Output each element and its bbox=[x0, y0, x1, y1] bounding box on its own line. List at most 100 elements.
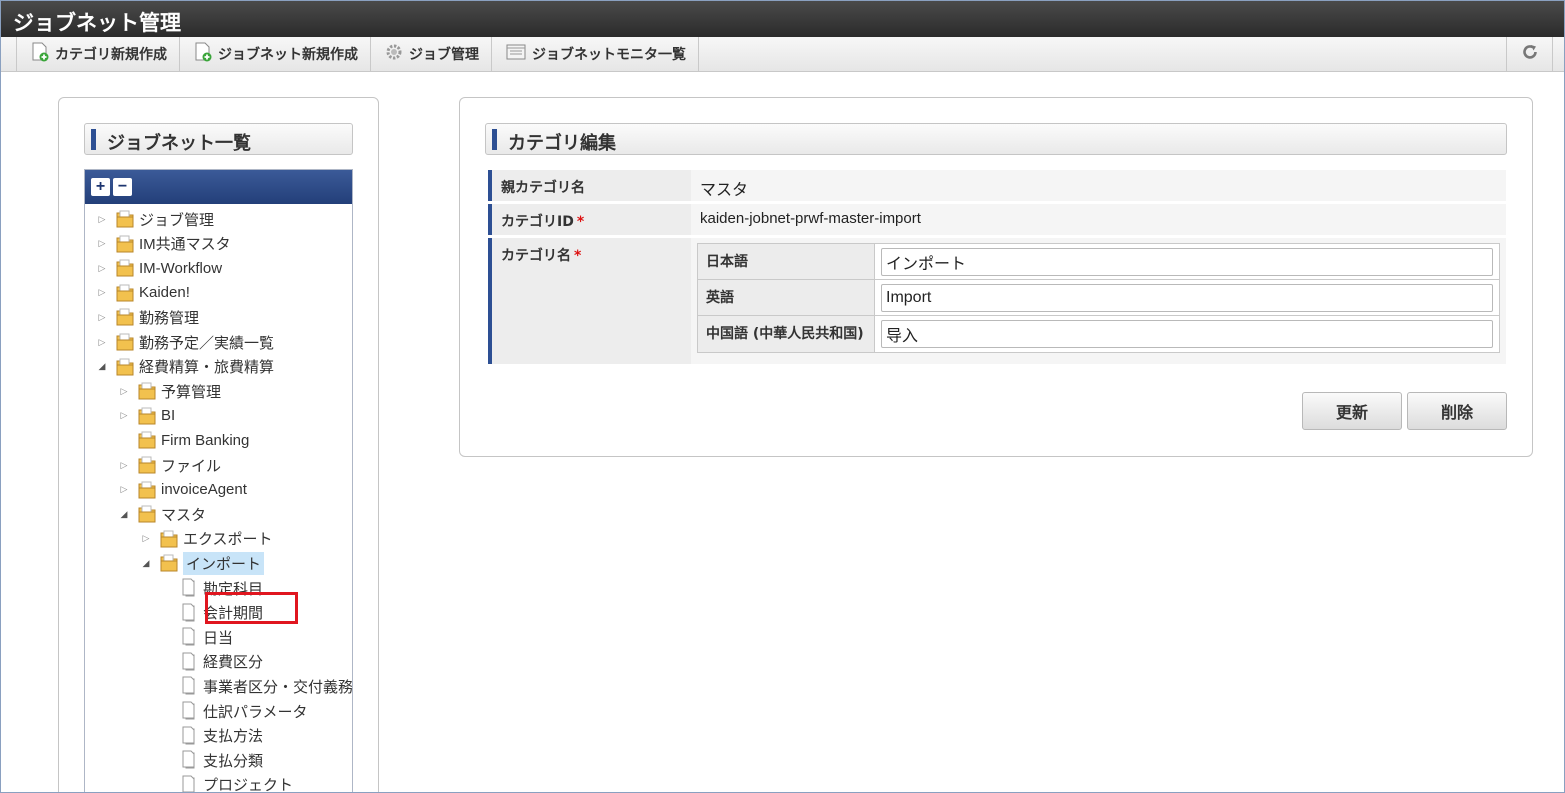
new-category-button[interactable]: カテゴリ新規作成 bbox=[17, 37, 180, 71]
folder-icon bbox=[115, 332, 135, 352]
category-name-values: 日本語 英語 中国語 (中華人民共和国) bbox=[691, 238, 1506, 364]
tree-node-label: 日当 bbox=[203, 629, 234, 647]
new-jobnet-button[interactable]: ジョブネット新規作成 bbox=[180, 37, 371, 71]
expand-arrow-icon[interactable]: ▷ bbox=[117, 458, 131, 472]
toolbar-lead bbox=[1, 37, 17, 71]
collapse-all-button[interactable]: − bbox=[113, 178, 132, 196]
tree-node-label: IM-Workflow bbox=[139, 259, 223, 277]
tree-node-label: Kaiden! bbox=[139, 284, 190, 302]
annotation-highlight-box bbox=[205, 592, 298, 624]
tree-node-label: 仕訳パラメータ bbox=[203, 703, 308, 721]
lang-label-ja: 日本語 bbox=[698, 244, 875, 279]
expand-arrow-icon[interactable]: ▷ bbox=[95, 335, 109, 349]
category-edit-title: カテゴリ編集 bbox=[485, 123, 1507, 155]
category-edit-panel: カテゴリ編集 親カテゴリ名 マスタ カテゴリID * kaiden-jobnet-… bbox=[459, 97, 1533, 457]
folder-icon bbox=[159, 553, 179, 573]
lang-value-cell bbox=[875, 244, 1499, 279]
tree-node[interactable]: ▷ Kaiden! bbox=[95, 281, 190, 305]
toolbar-label: カテゴリ新規作成 bbox=[55, 47, 167, 63]
expand-arrow-icon[interactable]: ▷ bbox=[95, 237, 109, 251]
category-form: 親カテゴリ名 マスタ カテゴリID * kaiden-jobnet-prwf-ma… bbox=[488, 170, 1506, 367]
folder-icon bbox=[115, 258, 135, 278]
collapse-arrow-icon[interactable]: ◢ bbox=[117, 507, 131, 521]
folder-icon bbox=[137, 455, 157, 475]
name-en-input[interactable] bbox=[881, 284, 1493, 312]
tree-node[interactable]: ▷ エクスポート bbox=[139, 527, 273, 551]
new-document-icon bbox=[31, 42, 49, 66]
document-icon bbox=[181, 652, 199, 672]
jobnet-list-title: ジョブネット一覧 bbox=[84, 123, 353, 155]
tree-node-label: 支払方法 bbox=[203, 728, 264, 746]
parent-category-value: マスタ bbox=[691, 170, 1506, 201]
tree-node-label: BI bbox=[161, 407, 176, 425]
tree-node[interactable]: ▷ 勤務管理 bbox=[95, 305, 199, 329]
tree-node[interactable]: ▷ ジョブ管理 bbox=[95, 207, 214, 231]
document-icon bbox=[181, 603, 199, 623]
expand-arrow-icon[interactable]: ▷ bbox=[95, 310, 109, 324]
tree-header: + − bbox=[85, 170, 352, 204]
jobnet-monitor-list-button[interactable]: ジョブネットモニタ一覧 bbox=[492, 37, 699, 71]
tree-node[interactable]: ▷ invoiceAgent bbox=[117, 478, 247, 502]
tree-node[interactable]: ▷ ファイル bbox=[117, 453, 221, 477]
tree-node[interactable]: ◢ マスタ bbox=[117, 502, 206, 526]
document-icon bbox=[181, 701, 199, 721]
tree-node-label: 支払分類 bbox=[203, 752, 264, 770]
folder-icon bbox=[137, 504, 157, 524]
document-icon bbox=[181, 578, 199, 598]
lang-row-zh: 中国語 (中華人民共和国) bbox=[698, 316, 1499, 352]
tree-node-label: エクスポート bbox=[183, 531, 273, 549]
folder-icon bbox=[115, 234, 135, 254]
tree-node[interactable]: ▷ 予算管理 bbox=[117, 379, 221, 403]
expand-arrow-icon[interactable]: ▷ bbox=[95, 261, 109, 275]
lang-label-en: 英語 bbox=[698, 280, 875, 315]
gear-icon bbox=[385, 43, 403, 65]
tree-node[interactable]: Firm Banking bbox=[117, 428, 249, 452]
expand-arrow-icon[interactable]: ▷ bbox=[139, 532, 153, 546]
new-document-icon bbox=[194, 42, 212, 66]
tree-node[interactable]: プロジェクト bbox=[161, 773, 294, 793]
expand-arrow-icon[interactable]: ▷ bbox=[117, 384, 131, 398]
tree-node[interactable]: ▷ BI bbox=[117, 404, 175, 428]
tree-node[interactable]: ▷ IM共通マスタ bbox=[95, 232, 231, 256]
tree-node[interactable]: 事業者区分・交付義務 bbox=[161, 674, 353, 698]
toolbar-label: ジョブネット新規作成 bbox=[218, 47, 358, 63]
expand-arrow-icon[interactable]: ▷ bbox=[117, 409, 131, 423]
tree-node[interactable]: ▷ 勤務予定／実績一覧 bbox=[95, 330, 274, 354]
refresh-button[interactable] bbox=[1506, 37, 1552, 71]
toolbar-label: ジョブネットモニタ一覧 bbox=[532, 47, 686, 63]
collapse-arrow-icon[interactable]: ◢ bbox=[95, 360, 109, 374]
update-button[interactable]: 更新 bbox=[1302, 392, 1402, 430]
expand-all-button[interactable]: + bbox=[91, 178, 110, 196]
tree-node[interactable]: ◢ インポート bbox=[139, 551, 265, 575]
tree-node-label: 勤務予定／実績一覧 bbox=[139, 334, 275, 352]
tree-node-label: 事業者区分・交付義務 bbox=[203, 678, 353, 696]
tree-node[interactable]: ◢ 経費精算・旅費精算 bbox=[95, 355, 274, 379]
tree-node-label: プロジェクト bbox=[203, 777, 294, 793]
required-mark: * bbox=[574, 248, 582, 264]
category-name-row: カテゴリ名* 日本語 英語 bbox=[488, 238, 1506, 364]
toolbar: カテゴリ新規作成 ジョブネット新規作成 ジョブ管理 ジョブネットモニタ一覧 bbox=[1, 37, 1564, 72]
delete-button[interactable]: 削除 bbox=[1407, 392, 1507, 430]
expand-arrow-icon[interactable]: ▷ bbox=[117, 483, 131, 497]
name-zh-input[interactable] bbox=[881, 320, 1493, 348]
tree-node[interactable]: 経費区分 bbox=[161, 650, 263, 674]
expand-arrow-icon[interactable]: ▷ bbox=[95, 286, 109, 300]
job-management-button[interactable]: ジョブ管理 bbox=[371, 37, 492, 71]
tree-node-label: ファイル bbox=[161, 457, 222, 475]
expand-arrow-icon[interactable]: ▷ bbox=[95, 212, 109, 226]
lang-row-ja: 日本語 bbox=[698, 244, 1499, 280]
parent-category-row: 親カテゴリ名 マスタ bbox=[488, 170, 1506, 201]
document-icon bbox=[181, 775, 199, 792]
name-ja-input[interactable] bbox=[881, 248, 1493, 276]
tree-node[interactable]: 日当 bbox=[161, 625, 233, 649]
tree-node-label: invoiceAgent bbox=[161, 481, 247, 499]
tree-node-label: Firm Banking bbox=[161, 431, 250, 449]
tree-node[interactable]: 支払分類 bbox=[161, 748, 263, 772]
collapse-arrow-icon[interactable]: ◢ bbox=[139, 556, 153, 570]
tree-node[interactable]: 仕訳パラメータ bbox=[161, 699, 308, 723]
tree-node[interactable]: 支払方法 bbox=[161, 724, 263, 748]
required-mark: * bbox=[576, 214, 585, 230]
tree-node[interactable]: ▷ IM-Workflow bbox=[95, 256, 222, 280]
